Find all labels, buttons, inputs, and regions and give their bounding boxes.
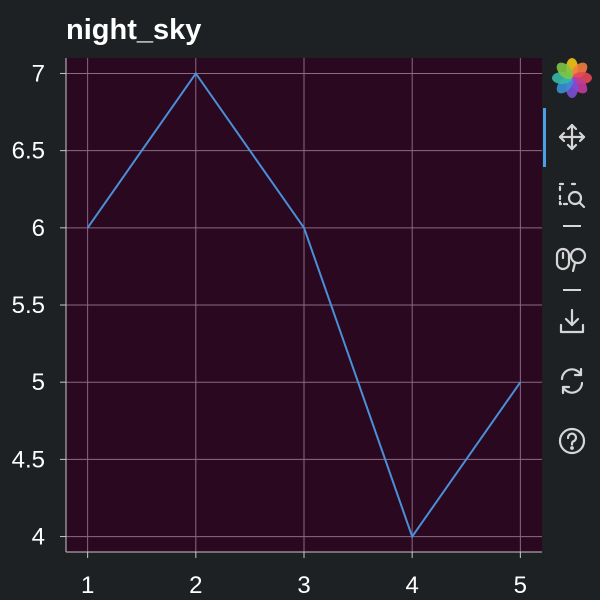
y-tick-labels: 4 4.5 5 5.5 6 6.5 7 bbox=[12, 60, 45, 550]
y-tick-label: 6 bbox=[32, 215, 45, 242]
x-tick-label: 2 bbox=[189, 572, 202, 599]
y-tick-label: 5 bbox=[32, 369, 45, 396]
pan-icon[interactable] bbox=[543, 117, 600, 157]
y-tick-label: 5.5 bbox=[12, 292, 45, 319]
y-tick-label: 4.5 bbox=[12, 446, 45, 473]
reset-icon[interactable] bbox=[543, 361, 600, 401]
toolbar-separator bbox=[563, 225, 581, 227]
x-tick-label: 3 bbox=[297, 572, 310, 599]
x-tick-labels: 1 2 3 4 5 bbox=[81, 572, 527, 599]
logo-icon[interactable] bbox=[543, 58, 600, 98]
x-tick-label: 4 bbox=[406, 572, 419, 599]
y-tick-label: 4 bbox=[32, 524, 45, 551]
toolbar-separator bbox=[563, 289, 581, 291]
save-icon[interactable] bbox=[543, 301, 600, 341]
y-tick-label: 6.5 bbox=[12, 138, 45, 165]
box-zoom-icon[interactable] bbox=[543, 176, 600, 216]
chart-svg: 1 2 3 4 5 4 4.5 5 5.5 6 6.5 7 bbox=[12, 58, 542, 599]
wheel-zoom-icon[interactable] bbox=[543, 239, 600, 279]
help-icon[interactable] bbox=[543, 421, 600, 461]
y-tick-label: 7 bbox=[32, 60, 45, 87]
x-tick-label: 5 bbox=[514, 572, 527, 599]
toolbar bbox=[543, 56, 600, 476]
chart-figure: night_sky 12345 4 4.5 5 5.5 6 6.5 7 bbox=[0, 0, 600, 600]
x-tick-label: 1 bbox=[81, 572, 94, 599]
